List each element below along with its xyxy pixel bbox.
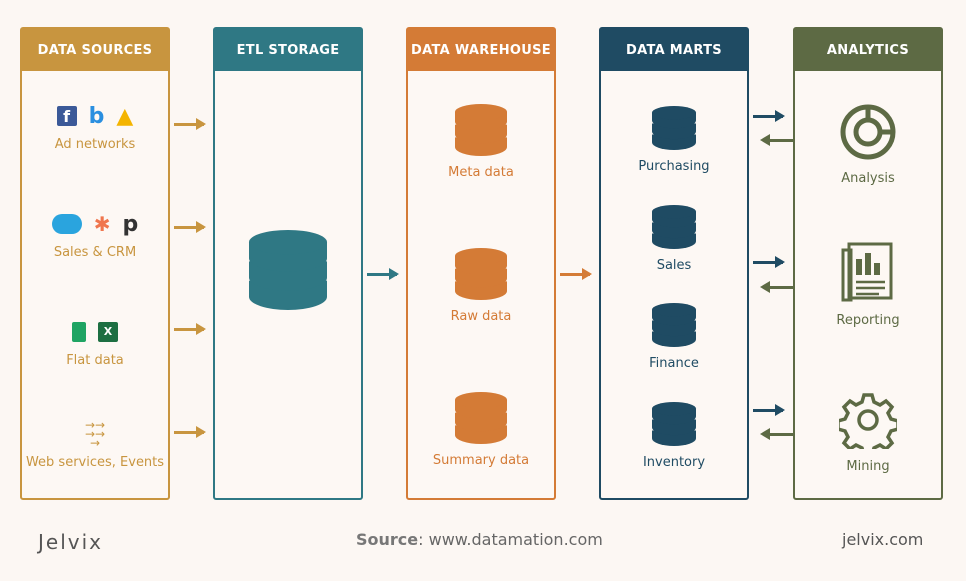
item-label: Finance	[649, 356, 699, 371]
item-label: Meta data	[448, 165, 514, 180]
data-marts-column: DATA MARTS Purchasing Sales Finance Inve…	[599, 27, 749, 500]
item-label: Reporting	[836, 313, 900, 328]
database-icon	[408, 391, 554, 447]
arrow-icon	[174, 221, 206, 233]
source-credit: Source: www.datamation.com	[356, 530, 603, 549]
arrow-icon	[174, 118, 206, 130]
pipedrive-icon: p	[122, 211, 139, 237]
column-header: DATA MARTS	[601, 29, 747, 71]
column-header: ANALYTICS	[795, 29, 941, 71]
arrow-icon	[560, 268, 592, 280]
pie-chart-icon	[840, 104, 896, 160]
source-sales-crm: ✱ p Sales & CRM	[22, 209, 168, 260]
source-value: : www.datamation.com	[418, 530, 603, 549]
database-icon	[601, 302, 747, 350]
item-label: Purchasing	[638, 159, 710, 174]
etl-storage-column: ETL STORAGE	[213, 27, 363, 500]
site-link[interactable]: jelvix.com	[842, 530, 923, 549]
database-icon	[408, 103, 554, 159]
hubspot-icon: ✱	[93, 212, 111, 236]
database-icon	[215, 229, 361, 313]
column-header: DATA SOURCES	[22, 29, 168, 71]
excel-icon: X	[98, 322, 118, 342]
gear-icon	[836, 393, 900, 457]
arrow-back-icon	[760, 428, 793, 440]
arrow-icon	[174, 426, 206, 438]
item-label: Mining	[846, 459, 890, 474]
source-ad-networks: f b ▲ Ad networks	[22, 101, 168, 153]
brand-logo: Jelvix	[38, 530, 103, 554]
item-label: Inventory	[642, 455, 706, 470]
database-icon	[601, 204, 747, 252]
report-icon	[841, 242, 893, 302]
data-sources-column: DATA SOURCES f b ▲ Ad networks ✱ p Sales…	[20, 27, 170, 500]
arrow-icon	[753, 110, 785, 122]
item-label: Sales	[656, 258, 692, 273]
arrow-icon	[367, 268, 399, 280]
column-header: DATA WAREHOUSE	[408, 29, 554, 71]
arrow-icon	[753, 404, 785, 416]
source-flat-data: X Flat data	[22, 317, 168, 368]
arrow-back-icon	[760, 281, 793, 293]
analytics-column: ANALYTICS Analysis Reporting Mining	[793, 27, 943, 500]
item-label: Summary data	[432, 453, 530, 468]
item-label: Analysis	[841, 171, 895, 186]
item-label: Sales & CRM	[53, 245, 137, 260]
source-label: Source	[356, 530, 419, 549]
google-sheets-icon	[72, 322, 86, 342]
database-icon	[408, 247, 554, 303]
source-web-services: →→ →→ → Web services, Events	[22, 417, 168, 471]
bing-icon: b	[88, 103, 105, 129]
column-header: ETL STORAGE	[215, 29, 361, 71]
google-ads-icon: ▲	[116, 103, 134, 129]
arrow-icon	[753, 256, 785, 268]
item-label: Ad networks	[54, 137, 136, 152]
database-icon	[601, 401, 747, 449]
events-arrows-icon: →→ →→ →	[84, 417, 106, 450]
arrow-back-icon	[760, 134, 793, 146]
item-label: Flat data	[66, 353, 124, 368]
item-label: Raw data	[450, 309, 512, 324]
item-label: Web services, Events	[25, 455, 165, 470]
facebook-icon: f	[56, 106, 77, 126]
arrow-icon	[174, 323, 206, 335]
data-warehouse-column: DATA WAREHOUSE Meta data Raw data Summar…	[406, 27, 556, 500]
database-icon	[601, 105, 747, 153]
salesforce-icon	[51, 214, 82, 234]
